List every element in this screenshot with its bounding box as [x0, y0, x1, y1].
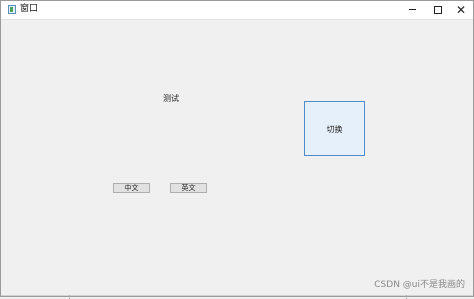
english-button[interactable]: 英文 [170, 183, 207, 193]
bottom-divider [1, 295, 473, 296]
bottom-tick-left [69, 295, 70, 299]
close-button[interactable]: ✕ [449, 1, 473, 19]
title-bar[interactable]: 窗口 ✕ [1, 1, 473, 20]
english-button-label: 英文 [181, 184, 196, 192]
app-icon [8, 5, 16, 14]
maximize-button[interactable] [425, 1, 449, 19]
app-window: 窗口 ✕ 测试 切换 中文 英文 CSDN @ui不是我画的 [0, 0, 474, 299]
switch-button[interactable]: 切换 [304, 101, 365, 156]
client-area: 测试 切换 中文 英文 [1, 20, 473, 286]
maximize-icon [434, 6, 442, 14]
test-label: 测试 [163, 94, 179, 103]
window-title: 窗口 [20, 4, 39, 14]
minimize-button[interactable] [401, 1, 425, 19]
watermark: CSDN @ui不是我画的 [374, 280, 465, 290]
chinese-button[interactable]: 中文 [113, 183, 150, 193]
bottom-tick-right [406, 295, 407, 299]
close-icon: ✕ [455, 3, 467, 17]
chinese-button-label: 中文 [124, 184, 139, 192]
minimize-icon [409, 9, 416, 10]
switch-button-label: 切换 [326, 125, 343, 134]
